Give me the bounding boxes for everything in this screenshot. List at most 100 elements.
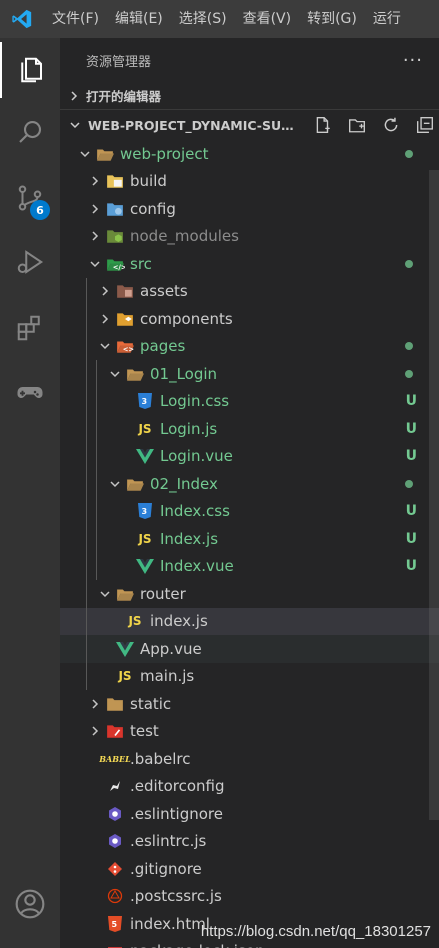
tree-item[interactable]: .gitignore — [60, 855, 439, 883]
chevron-right-icon — [86, 722, 104, 740]
explorer-button[interactable] — [0, 42, 60, 98]
gamepad-button[interactable] — [0, 364, 60, 420]
css-icon: 3 — [134, 392, 156, 410]
menu-file[interactable]: 文件(F) — [44, 0, 107, 38]
tree-item-label: .gitignore — [130, 859, 202, 878]
collapse-all-button[interactable] — [411, 114, 439, 136]
tree-item[interactable]: components — [60, 305, 439, 333]
tree-item-label: .postcssrc.js — [130, 887, 222, 906]
tree-item[interactable]: .eslintignore — [60, 800, 439, 828]
modified-dot-icon — [405, 149, 413, 158]
source-control-button[interactable]: 6 — [0, 170, 60, 226]
tree-item[interactable]: web-project — [60, 140, 439, 168]
run-debug-button[interactable] — [0, 234, 60, 290]
tree-item[interactable]: BABEL .babelrc — [60, 745, 439, 773]
project-section[interactable]: WEB-PROJECT_DYNAMIC-SUB... — [60, 110, 439, 140]
more-actions-button[interactable]: ··· — [403, 50, 423, 71]
tree-item[interactable]: assets — [60, 278, 439, 306]
tree-item[interactable]: 3 Index.css U — [60, 498, 439, 526]
chevron-right-icon — [66, 87, 82, 105]
folder-open-icon — [124, 475, 146, 493]
menu-view[interactable]: 查看(V) — [235, 0, 300, 38]
tree-item[interactable]: .editorconfig — [60, 773, 439, 801]
tree-item-label: test — [130, 722, 159, 741]
tree-item[interactable]: 01_Login — [60, 360, 439, 388]
accounts-button[interactable] — [0, 876, 60, 932]
tree-item[interactable]: </> src — [60, 250, 439, 278]
tree-item[interactable]: Login.vue U — [60, 443, 439, 471]
tree-item[interactable]: <> pages — [60, 333, 439, 361]
title-bar: 文件(F) 编辑(E) 选择(S) 查看(V) 转到(G) 运行 — [0, 0, 439, 38]
git-status-badge: U — [405, 558, 417, 575]
folder-open-icon — [114, 585, 136, 603]
open-editors-section[interactable]: 打开的编辑器 — [60, 82, 439, 110]
svg-text:5: 5 — [112, 920, 118, 929]
tree-item-label: Login.vue — [160, 447, 233, 466]
chevron-down-icon — [76, 145, 94, 163]
tree-item-label: router — [140, 584, 186, 603]
chevron-right-icon — [86, 200, 104, 218]
explorer-sidebar: 资源管理器 ··· 打开的编辑器 WEB-PROJECT_DYNAMIC-SUB… — [60, 38, 439, 948]
git-status-badge: U — [405, 448, 417, 465]
search-button[interactable] — [0, 104, 60, 160]
menu-selection[interactable]: 选择(S) — [171, 0, 235, 38]
svg-text:3: 3 — [142, 507, 148, 516]
vue-icon — [114, 640, 136, 658]
new-folder-button[interactable] — [343, 114, 371, 136]
tree-item[interactable]: config — [60, 195, 439, 223]
tree-item[interactable]: .postcssrc.js — [60, 883, 439, 911]
tree-item-label: web-project — [120, 144, 209, 163]
new-file-button[interactable] — [309, 114, 337, 136]
git-status-badge: U — [405, 503, 417, 520]
svg-text:<>: <> — [123, 346, 134, 354]
tree-item-label: .eslintignore — [130, 804, 223, 823]
activity-bar: 6 — [0, 38, 60, 948]
tree-item[interactable]: 02_Index — [60, 470, 439, 498]
tree-item[interactable]: JS Login.js U — [60, 415, 439, 443]
menu-run[interactable]: 运行 — [365, 0, 409, 38]
git-icon — [104, 860, 126, 878]
folder-components-icon — [114, 310, 136, 328]
menu-go[interactable]: 转到(G) — [299, 0, 365, 38]
tree-item[interactable]: JS main.js — [60, 663, 439, 691]
menu-edit[interactable]: 编辑(E) — [107, 0, 171, 38]
tree-item[interactable]: node_modules — [60, 223, 439, 251]
tree-item[interactable]: static — [60, 690, 439, 718]
tree-item[interactable]: JS index.js — [60, 607, 439, 635]
refresh-button[interactable] — [377, 114, 405, 136]
js-icon: JS — [138, 531, 152, 546]
postcss-icon — [104, 887, 126, 905]
chevron-right-icon — [96, 310, 114, 328]
tree-item[interactable]: test — [60, 718, 439, 746]
refresh-icon — [384, 117, 398, 132]
extensions-icon — [17, 315, 40, 341]
git-status-badge: U — [405, 393, 417, 410]
scrollbar[interactable] — [429, 170, 439, 820]
tree-item[interactable]: build — [60, 168, 439, 196]
tree-item[interactable]: Index.vue U — [60, 553, 439, 581]
tree-item[interactable]: App.vue — [60, 635, 439, 663]
npm-icon — [104, 942, 126, 948]
tree-item[interactable]: .eslintrc.js — [60, 828, 439, 856]
explorer-header: 资源管理器 ··· — [60, 38, 439, 82]
modified-dot-icon — [405, 259, 413, 268]
extensions-button[interactable] — [0, 300, 60, 356]
new-file-icon — [316, 117, 330, 133]
tree-item-label: 01_Login — [150, 364, 218, 383]
run-debug-icon — [17, 250, 44, 274]
tree-item[interactable]: 3 Login.css U — [60, 388, 439, 416]
tree-item[interactable]: JS Index.js U — [60, 525, 439, 553]
folder-assets-icon — [114, 282, 136, 300]
svg-text:</>: </> — [113, 263, 125, 271]
folder-build-icon — [104, 172, 126, 190]
tree-item[interactable]: router — [60, 580, 439, 608]
js-icon: JS — [118, 669, 132, 684]
